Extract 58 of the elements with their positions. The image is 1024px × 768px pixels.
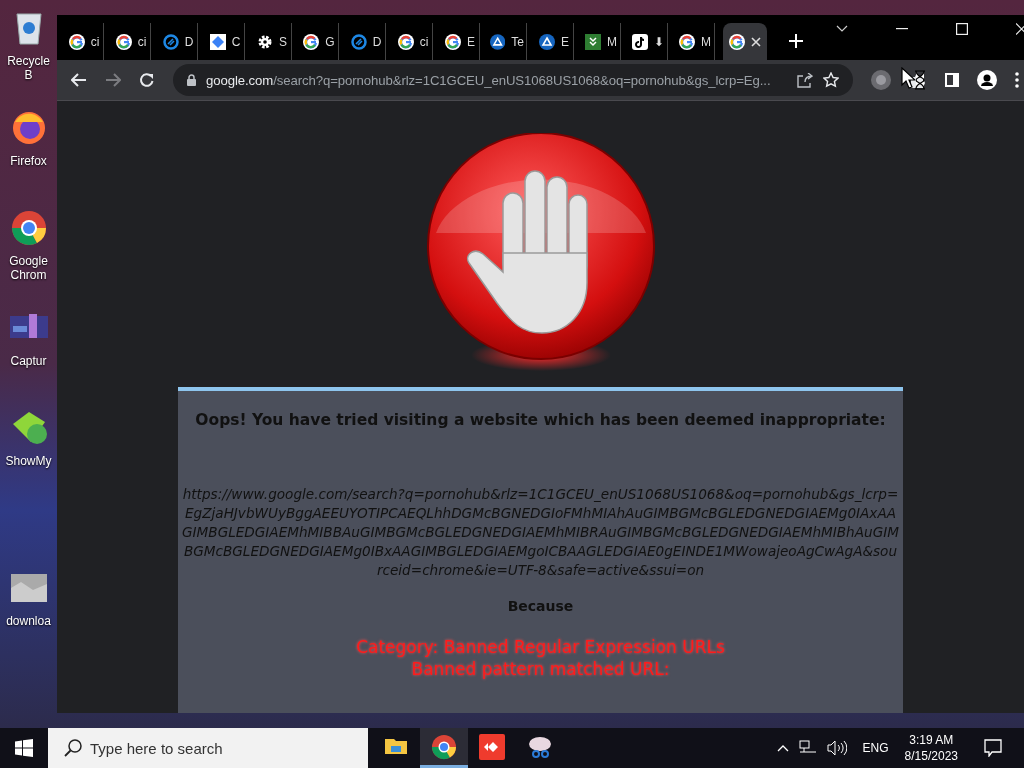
search-icon: [64, 739, 82, 757]
forward-icon[interactable]: [105, 73, 121, 87]
icon-label[interactable]: downloa: [1, 614, 56, 628]
icon-label[interactable]: ShowMy: [1, 454, 56, 468]
google-logo-icon: [303, 33, 320, 50]
language-indicator[interactable]: ENG: [862, 741, 889, 755]
arrows-app-icon: [479, 733, 505, 760]
search-field[interactable]: Type here to search: [48, 728, 368, 768]
icon-label[interactable]: Recycle B: [1, 54, 56, 82]
network-icon[interactable]: [798, 740, 817, 756]
browser-tab[interactable]: [723, 23, 767, 60]
cursor-icon: [901, 67, 915, 89]
ring-icon: [350, 33, 367, 50]
back-icon[interactable]: [71, 73, 87, 87]
google-logo-icon: [115, 33, 132, 50]
share-icon[interactable]: [797, 72, 813, 88]
close-icon[interactable]: [1016, 23, 1024, 35]
clock-date[interactable]: 8/15/2023: [904, 748, 958, 764]
chevron-up-icon[interactable]: [776, 744, 789, 752]
side-panel-icon[interactable]: [945, 73, 959, 87]
star-icon[interactable]: [823, 72, 839, 88]
google-logo-icon: [68, 33, 85, 50]
new-tab-icon[interactable]: [789, 34, 803, 48]
music-note-icon: [632, 33, 648, 50]
chevron-icon: [585, 33, 601, 50]
url-text: google.com/search?q=pornohub&rlz=1C1GCEU_enUS1068US1068&oq=pornohub&gs_lcrp=Eg...: [206, 72, 772, 88]
lock-icon: [187, 74, 196, 86]
taskbar-app[interactable]: [420, 728, 468, 768]
volume-icon[interactable]: [826, 740, 847, 756]
warning-heading: Oops! You have tried visiting a website which has been deemed inappropriate:: [195, 411, 886, 429]
blocked-url: https://www.google.com/search?q=pornohub&rlz=1C1GCEU_enUS1068US1068&oq=pornohub&gs_lcrp=EgZjaHJvbWUyBggAEEUYOTIPCAEQLhhDGMcBGNEDGIoFMhMIAhAuGIMBGMcBGLEDGNEDGIAEMg0IAxAAGIMBGLEDGIAEMhMIBBAuGIMBGMcBGLEDGNEDGIAEMhMIBRAuGIMBGMcBGLEDGNEDGIAEMhMIBhAuGIMBGMcBGLEDGNEDGIAEMg0IBxAAGIMBGLEDGIAEMgoICBAAGLEDGIAE0gEINDE1MWowajeoAgCwAgA&sourceid=chrome&ie=UTF-8&safe=active&ssui=on: [182, 485, 899, 580]
extension-icon[interactable]: [871, 70, 891, 90]
settings-icon: [257, 33, 273, 50]
chevron-down-icon[interactable]: [836, 25, 848, 33]
reload-icon[interactable]: [139, 72, 155, 88]
google-logo-icon: [729, 33, 745, 50]
address-bar[interactable]: google.com/search?q=pornohub&rlz=1C1GCEU_enUS1068US1068&oq=pornohub&gs_lcrp=Eg...: [173, 64, 853, 96]
minimize-icon[interactable]: [896, 28, 908, 30]
google-logo-icon: [679, 33, 695, 50]
profile-icon[interactable]: [977, 70, 997, 90]
google-logo-icon: [397, 33, 414, 50]
menu-icon[interactable]: [1015, 72, 1019, 88]
notification-icon[interactable]: [984, 739, 1002, 757]
ring-icon: [162, 33, 179, 50]
icon-label[interactable]: Firefox: [1, 154, 56, 168]
reason-label: Because: [507, 598, 574, 614]
icon-label[interactable]: Captur: [1, 354, 56, 368]
reason-text: Banned pattern matched URL:: [411, 658, 670, 680]
close-icon[interactable]: [751, 36, 761, 47]
chrome-icon: [431, 733, 457, 760]
icon-label[interactable]: Google Chrom: [1, 254, 56, 282]
hourglass-icon: [914, 70, 926, 90]
diamond-icon: [209, 33, 226, 50]
maximize-icon[interactable]: [956, 23, 968, 35]
clock-time[interactable]: 3:19 AM: [909, 732, 954, 748]
windows-start-icon[interactable]: [15, 739, 33, 757]
google-logo-icon: [445, 33, 461, 50]
reason-text: Category: Banned Regular Expression URLs: [356, 636, 725, 658]
